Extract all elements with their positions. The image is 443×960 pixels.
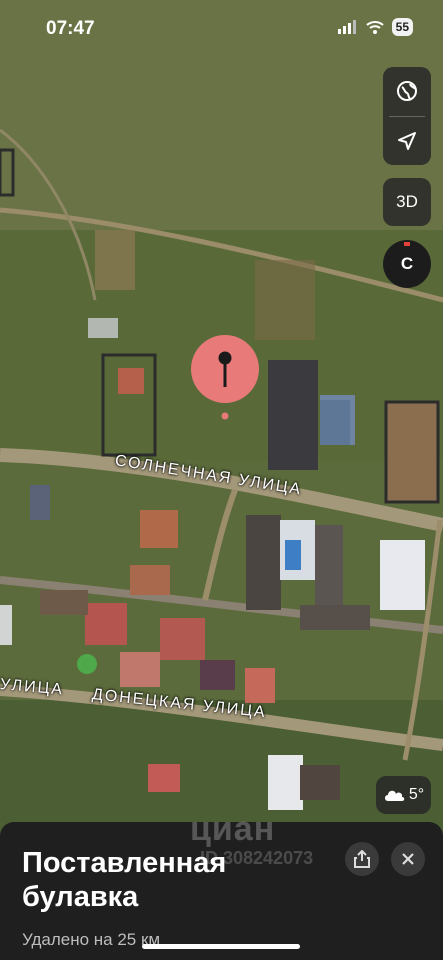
location-arrow-icon [398,132,416,150]
signal-icon [337,20,356,34]
close-button[interactable] [391,842,425,876]
status-icons: 55 [337,18,413,36]
battery-indicator: 55 [391,18,413,36]
status-bar: 07:47 55 [0,0,443,58]
wifi-icon [365,21,384,34]
home-indicator[interactable] [142,944,300,949]
weather-badge: 5° [376,776,431,814]
cloud-icon [384,790,405,801]
dropped-pin-marker[interactable] [189,333,261,423]
close-icon [402,853,414,865]
status-time: 07:47 [46,18,95,39]
share-icon [354,850,370,868]
compass-north-marker [404,242,410,246]
3d-button[interactable]: 3D [383,178,431,226]
place-distance: Удалено на 25 км [22,930,161,949]
share-button[interactable] [345,842,379,876]
watermark-id: ID 308242073 [200,848,314,868]
compass-button[interactable]: C [383,240,431,288]
map-mode-button[interactable] [383,67,431,115]
weather-temperature: 5° [408,786,425,803]
watermark-brand: циан [190,810,276,848]
compass-label: C [400,254,414,273]
map-controls-group [383,67,431,165]
globe-icon [397,81,417,101]
locate-me-button[interactable] [383,117,431,165]
